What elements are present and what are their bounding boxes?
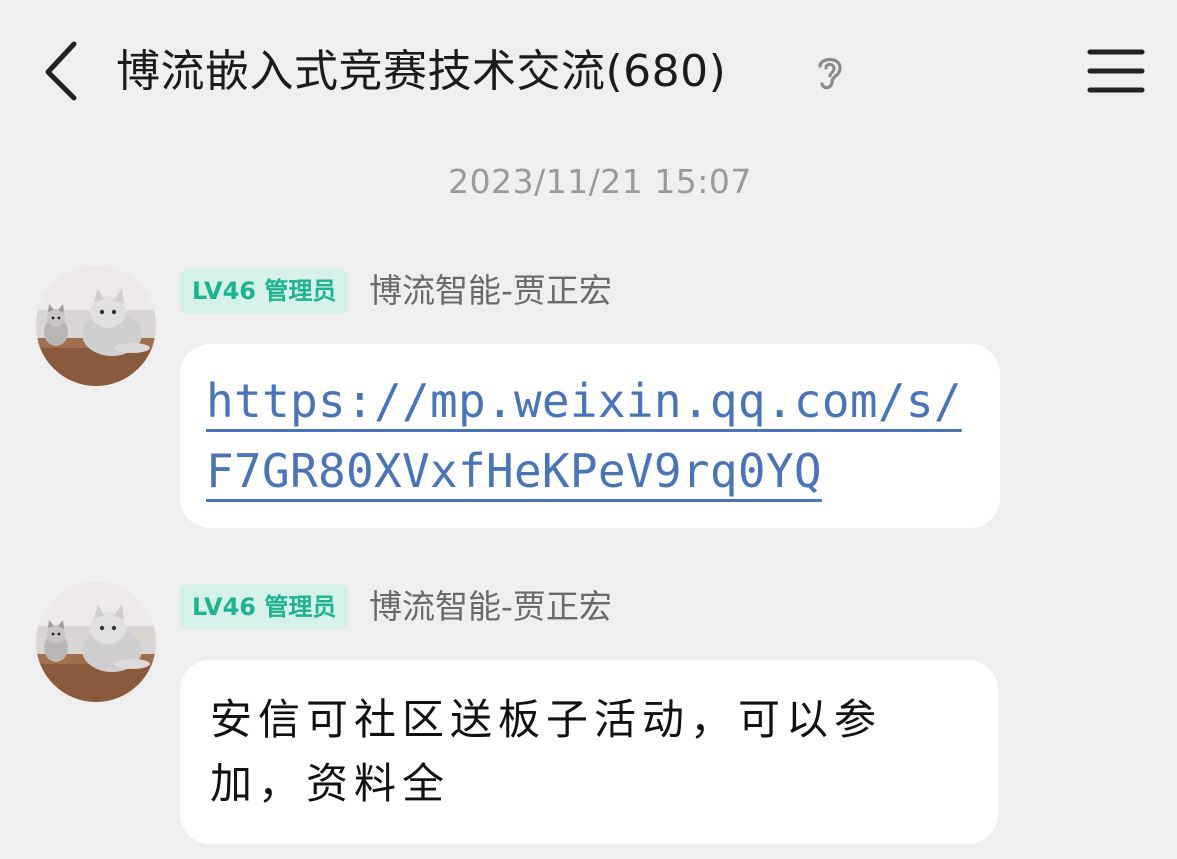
message-text: 安信可社区送板子活动，可以参加，资料全: [210, 695, 883, 808]
cat-avatar-icon: [36, 266, 156, 386]
chat-header: 博流嵌入式竞赛技术交流(680): [0, 0, 1177, 140]
chevron-left-icon: [45, 41, 77, 101]
role-badge: LV46 管理员: [180, 268, 349, 314]
menu-button[interactable]: [1084, 44, 1148, 100]
role-badge: LV46 管理员: [180, 584, 349, 630]
sender-name[interactable]: 博流智能-贾正宏: [369, 266, 612, 316]
cat-avatar-icon: [36, 582, 156, 702]
avatar[interactable]: [36, 266, 156, 386]
chat-title[interactable]: 博流嵌入式竞赛技术交流(680): [116, 40, 726, 104]
avatar[interactable]: [36, 582, 156, 702]
message-bubble[interactable]: 安信可社区送板子活动，可以参加，资料全: [180, 660, 998, 844]
ear-icon: [818, 57, 842, 90]
message-timestamp: 2023/11/21 15:07: [448, 162, 752, 201]
ear-mode-button[interactable]: [808, 50, 852, 94]
hamburger-menu-icon: [1087, 49, 1145, 93]
back-button[interactable]: [36, 38, 92, 102]
sender-name[interactable]: 博流智能-贾正宏: [369, 582, 612, 632]
message-link[interactable]: https://mp.weixin.qq.com/s/F7GR80XVxfHeK…: [206, 366, 974, 506]
message-bubble[interactable]: https://mp.weixin.qq.com/s/F7GR80XVxfHeK…: [180, 344, 1000, 528]
